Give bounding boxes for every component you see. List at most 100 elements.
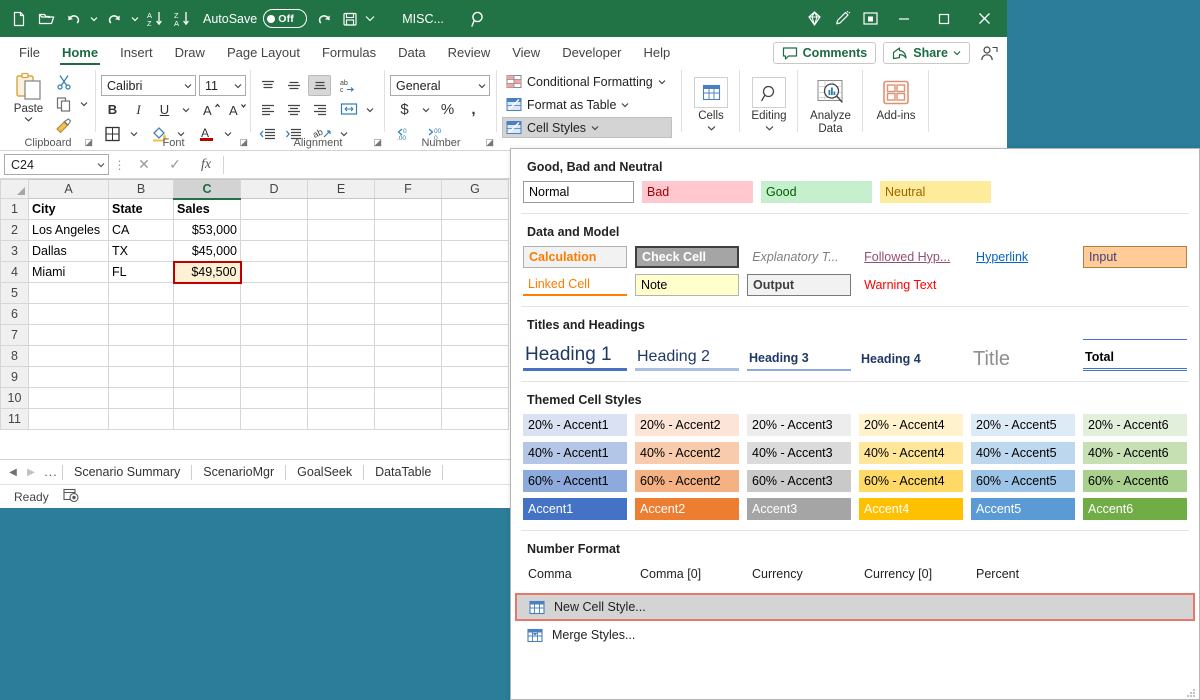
column-header-b[interactable]: B (109, 180, 174, 199)
cell-d5[interactable] (241, 283, 308, 304)
font-size-chevron-down-icon[interactable] (234, 83, 242, 89)
align-left-icon[interactable] (256, 99, 279, 120)
cell-e8[interactable] (308, 346, 375, 367)
cell-styles-button[interactable]: Cell Styles (502, 117, 672, 138)
cell-e4[interactable] (308, 262, 375, 283)
cell-e2[interactable] (308, 220, 375, 241)
font-name-chevron-down-icon[interactable] (184, 83, 192, 89)
sort-descending-icon[interactable]: ZA (169, 6, 195, 32)
align-center-icon[interactable] (282, 99, 305, 120)
merge-and-center-icon[interactable] (337, 99, 360, 120)
cell-f10[interactable] (375, 388, 442, 409)
cell-a1[interactable]: City (29, 199, 109, 220)
column-header-c[interactable]: C (174, 180, 241, 199)
cell-c4-highlighted[interactable]: $49,500 (174, 262, 241, 283)
cell-b7[interactable] (109, 325, 174, 346)
style-good[interactable]: Good (761, 181, 872, 203)
cell-e9[interactable] (308, 367, 375, 388)
style-20-accent4[interactable]: 20% - Accent4 (859, 414, 963, 436)
cell-c10[interactable] (174, 388, 241, 409)
accounting-format-icon[interactable]: $ (393, 99, 416, 120)
copy-chevron-down-icon[interactable] (77, 94, 91, 115)
cancel-entry-icon[interactable]: ✕ (130, 154, 158, 176)
cell-e1[interactable] (308, 199, 375, 220)
editing-button[interactable]: Editing (745, 71, 793, 131)
search-icon[interactable] (466, 6, 492, 32)
style-comma[interactable]: Comma (523, 563, 627, 585)
share-chevron-down-icon[interactable] (953, 50, 961, 56)
cell-d8[interactable] (241, 346, 308, 367)
style-40-accent4[interactable]: 40% - Accent4 (859, 442, 963, 464)
row-header-1[interactable]: 1 (1, 199, 29, 220)
style-60-accent1[interactable]: 60% - Accent1 (523, 470, 627, 492)
cell-c6[interactable] (174, 304, 241, 325)
style-40-accent5[interactable]: 40% - Accent5 (971, 442, 1075, 464)
cell-c8[interactable] (174, 346, 241, 367)
cell-e11[interactable] (308, 409, 375, 430)
cell-g4[interactable] (442, 262, 509, 283)
cells-button[interactable]: Cells (687, 71, 735, 131)
select-all-corner[interactable] (1, 180, 29, 199)
cell-b6[interactable] (109, 304, 174, 325)
cell-f11[interactable] (375, 409, 442, 430)
comma-format-icon[interactable]: , (462, 99, 485, 120)
column-header-d[interactable]: D (241, 180, 308, 199)
row-header-7[interactable]: 7 (1, 325, 29, 346)
column-header-g[interactable]: G (442, 180, 509, 199)
row-header-2[interactable]: 2 (1, 220, 29, 241)
conditional-formatting-chevron-down-icon[interactable] (658, 79, 666, 85)
cut-icon[interactable] (52, 72, 75, 93)
number-format-chevron-down-icon[interactable] (478, 83, 486, 89)
font-size-combo[interactable]: 11 (199, 75, 246, 96)
cell-b3[interactable]: TX (109, 241, 174, 262)
merge-styles-menu-item[interactable]: Merge Styles... (511, 621, 1199, 649)
cell-a6[interactable] (29, 304, 109, 325)
style-accent3[interactable]: Accent3 (747, 498, 851, 520)
next-sheet-arrow-icon[interactable]: ▶ (22, 467, 40, 478)
new-file-icon[interactable] (6, 6, 32, 32)
cell-g3[interactable] (442, 241, 509, 262)
style-40-accent6[interactable]: 40% - Accent6 (1083, 442, 1187, 464)
customize-quick-access-chevron-icon[interactable] (363, 6, 376, 32)
cell-d9[interactable] (241, 367, 308, 388)
style-heading-4[interactable]: Heading 4 (859, 339, 963, 371)
cell-f2[interactable] (375, 220, 442, 241)
style-normal[interactable]: Normal (523, 181, 634, 203)
row-header-11[interactable]: 11 (1, 409, 29, 430)
cell-a2[interactable]: Los Angeles (29, 220, 109, 241)
cell-c3[interactable]: $45,000 (174, 241, 241, 262)
style-check-cell[interactable]: Check Cell (635, 246, 739, 268)
sort-ascending-icon[interactable]: AZ (142, 6, 168, 32)
repeat-icon[interactable] (311, 6, 337, 32)
style-20-accent6[interactable]: 20% - Accent6 (1083, 414, 1187, 436)
cell-a5[interactable] (29, 283, 109, 304)
tab-developer[interactable]: Developer (551, 39, 632, 66)
cell-styles-chevron-down-icon[interactable] (591, 125, 599, 131)
sheet-tab-goalseek[interactable]: GoalSeek (286, 460, 363, 484)
autosave-toggle[interactable]: Off (263, 9, 307, 28)
style-accent1[interactable]: Accent1 (523, 498, 627, 520)
tab-help[interactable]: Help (632, 39, 681, 66)
bold-button[interactable]: B (101, 99, 124, 120)
tab-review[interactable]: Review (437, 39, 502, 66)
style-accent5[interactable]: Accent5 (971, 498, 1075, 520)
close-button[interactable] (965, 4, 1003, 34)
save-icon[interactable] (337, 6, 363, 32)
style-60-accent3[interactable]: 60% - Accent3 (747, 470, 851, 492)
cell-a3[interactable]: Dallas (29, 241, 109, 262)
cell-e3[interactable] (308, 241, 375, 262)
cell-f6[interactable] (375, 304, 442, 325)
redo-icon[interactable] (101, 6, 127, 32)
add-ins-button[interactable]: Add-ins (868, 71, 924, 123)
analyze-data-button[interactable]: Analyze Data (803, 71, 858, 136)
style-60-accent6[interactable]: 60% - Accent6 (1083, 470, 1187, 492)
cell-a10[interactable] (29, 388, 109, 409)
cell-g11[interactable] (442, 409, 509, 430)
style-20-accent2[interactable]: 20% - Accent2 (635, 414, 739, 436)
format-as-table-button[interactable]: Format as Table (502, 94, 672, 115)
cell-a9[interactable] (29, 367, 109, 388)
style-note[interactable]: Note (635, 274, 739, 296)
insert-function-icon[interactable]: fx (192, 154, 220, 176)
cell-c5[interactable] (174, 283, 241, 304)
align-bottom-icon[interactable] (308, 75, 331, 96)
